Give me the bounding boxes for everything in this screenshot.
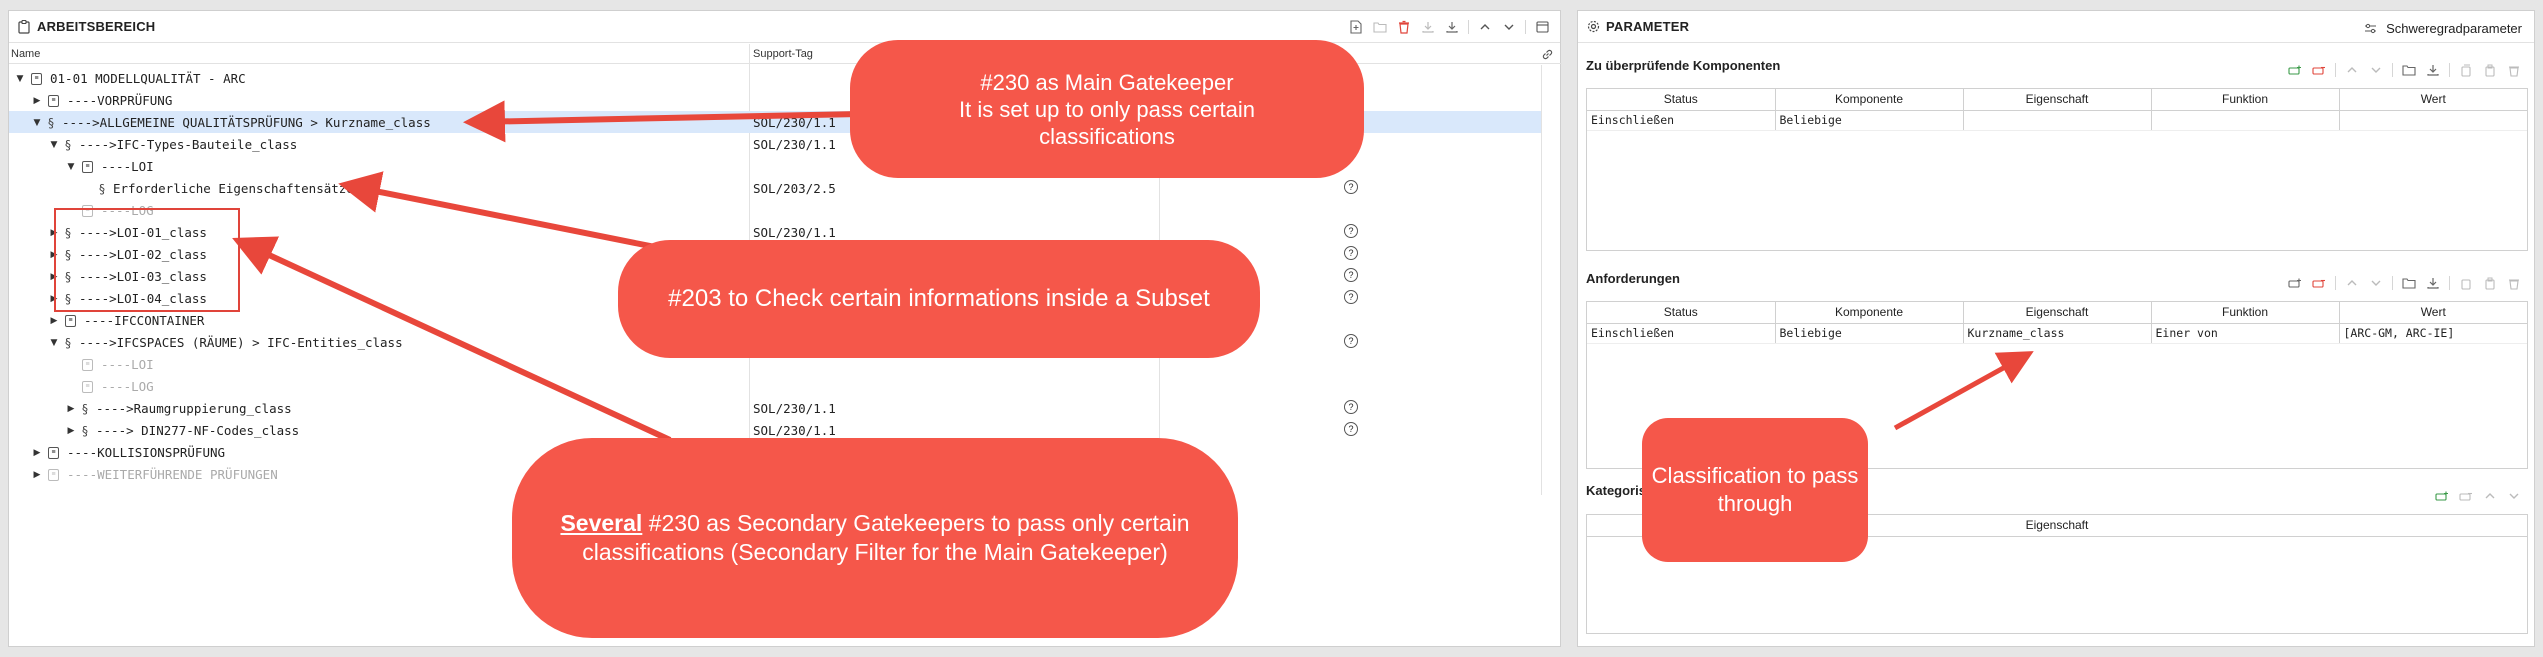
arrow-check-subset [338, 171, 661, 251]
callout-text: Several #230 as Secondary Gatekeepers to… [560, 509, 1189, 538]
callout-text: #203 to Check certain informations insid… [668, 285, 1210, 312]
callout-text-rest: #230 as Secondary Gatekeepers to pass on… [642, 510, 1190, 536]
callout-text: through [1717, 491, 1793, 516]
callout-text: classifications [1039, 123, 1175, 149]
secondary-gatekeepers-highlight [54, 208, 240, 312]
callout-text: It is set up to only pass certain [959, 96, 1255, 122]
callout-secondary-gatekeepers: Several #230 as Secondary Gatekeepers to… [512, 438, 1238, 638]
callout-classification-pass: Classification to pass through [1642, 418, 1868, 562]
arrow-main-gatekeeper [463, 100, 861, 143]
callout-text: #230 as Main Gatekeeper [980, 69, 1234, 95]
callout-text: Classification to pass [1651, 463, 1859, 488]
arrow-classification-pass [1893, 351, 2034, 431]
callout-emphasis: Several [560, 510, 643, 536]
arrow-secondary-gatekeepers [232, 236, 672, 443]
callout-check-subset: #203 to Check certain informations insid… [618, 240, 1260, 358]
callout-main-gatekeeper: #230 as Main Gatekeeper It is set up to … [850, 40, 1364, 178]
callout-text: classifications (Secondary Filter for th… [582, 539, 1168, 565]
